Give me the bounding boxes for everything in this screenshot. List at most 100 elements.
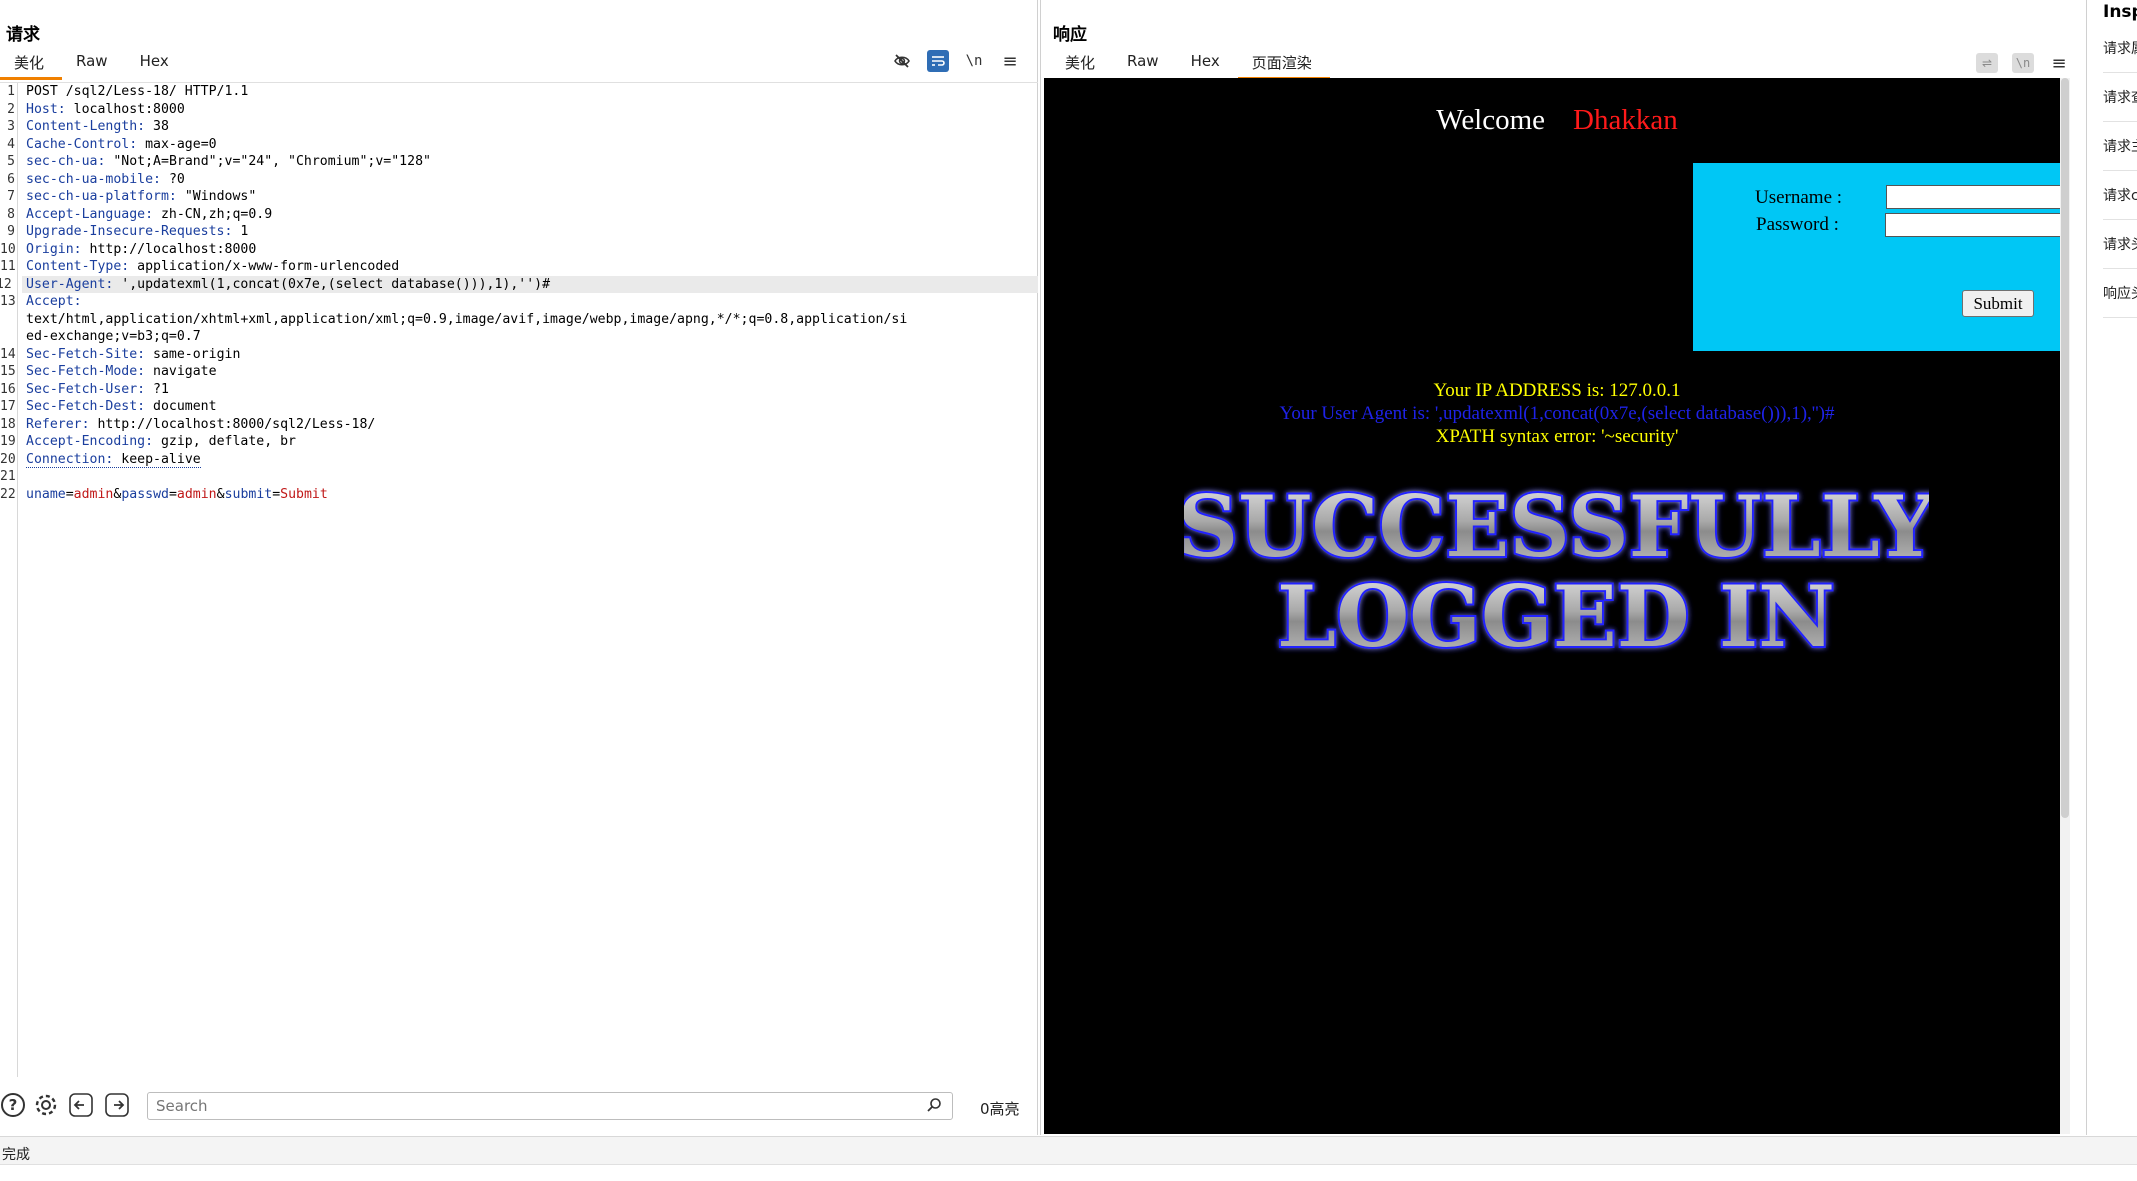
code-line[interactable]: 13 Accept: (0, 293, 1026, 311)
response-tab-2[interactable]: Hex (1177, 50, 1238, 80)
line-number: 6 (7, 171, 15, 187)
login-form: Username : Password : Submit (1693, 163, 2070, 351)
line-number: 19 (0, 434, 16, 449)
code-line[interactable]: 11 Content-Type: application/x-www-form-u… (0, 258, 1026, 276)
header-entry: Sec-Fetch-Dest: document (26, 399, 217, 414)
code-line[interactable]: 21 (0, 468, 1026, 486)
code-line[interactable]: 17 Sec-Fetch-Dest: document (0, 398, 1026, 416)
request-tab-0[interactable]: 美化 (0, 50, 63, 80)
password-field[interactable] (1885, 213, 2070, 237)
line-number: 1 (7, 84, 15, 99)
gear-icon[interactable] (33, 1092, 59, 1118)
code-line[interactable]: 14 Sec-Fetch-Site: same-origin (0, 346, 1026, 364)
banner-line-1: SUCCESSFULLY (1184, 477, 1929, 576)
code-line[interactable]: 1 POST /sql2/Less-18/ HTTP/1.1 (7, 83, 1026, 101)
code-line[interactable]: 6 sec-ch-ua-mobile: ?0 (7, 171, 1026, 189)
header-entry: Cache-Control: max-age=0 (26, 137, 217, 152)
status-bar: 完成 (0, 1136, 2137, 1164)
header-entry: Accept-Language: zh-CN,zh;q=0.9 (26, 207, 272, 222)
line-number: 13 (0, 294, 16, 309)
code-line[interactable]: 3 Content-Length: 38 (7, 118, 1026, 136)
xpath-error-line: XPATH syntax error: '~security' (1435, 426, 1679, 447)
code-line[interactable]: 7 sec-ch-ua-platform: "Windows" (7, 188, 1026, 206)
header-value: same-origin (145, 346, 241, 362)
header-name: sec-ch-ua (26, 154, 98, 169)
line-number: 18 (0, 416, 16, 432)
back-arrow-icon[interactable] (68, 1092, 94, 1118)
code-line[interactable]: 5 sec-ch-ua: "Not;A=Brand";v="24", "Chrom… (7, 153, 1026, 171)
code-line[interactable]: 16 Sec-Fetch-User: ?1 (0, 381, 1026, 399)
header-colon: : (57, 101, 66, 117)
header-name: Content-Length (26, 119, 138, 134)
response-tab-1[interactable]: Raw (1113, 50, 1177, 80)
code-line[interactable]: 10 Origin: http://localhost:8000 (0, 241, 1026, 259)
inspector-item[interactable]: 请求主体参数 (2103, 136, 2137, 171)
code-line[interactable]: 19 Accept-Encoding: gzip, deflate, br (0, 433, 1026, 451)
header-entry: Upgrade-Insecure-Requests: 1 (26, 224, 248, 239)
header-name: Sec-Fetch-Site (26, 346, 138, 362)
code-line[interactable]: 2 Host: localhost:8000 (7, 101, 1026, 119)
header-name: User-Agent (26, 276, 106, 292)
search-box (147, 1092, 953, 1120)
inspector-item[interactable]: 请求查询参数 (2103, 87, 2137, 122)
submit-button[interactable]: Submit (1962, 290, 2034, 317)
header-colon: : (168, 189, 177, 204)
line-text: ed-exchange;v=b3;q=0.7 (26, 329, 201, 344)
request-tab-1[interactable]: Raw (62, 50, 126, 80)
request-editor[interactable]: 1 POST /sql2/Less-18/ HTTP/1.1 2 Host: loca… (0, 82, 1038, 1077)
header-value: http://localhost:8000 (81, 241, 257, 257)
inspector-item[interactable]: 请求属性 (2103, 38, 2137, 73)
code-line[interactable]: 18 Referer: http://localhost:8000/sql2/Le… (0, 416, 1026, 434)
scrollbar-thumb[interactable] (2061, 78, 2069, 818)
inspector-item[interactable]: 响应头 (2103, 283, 2137, 318)
inspector-item[interactable]: 请求头 (2103, 234, 2137, 269)
help-icon[interactable]: ? (0, 1092, 26, 1118)
header-name: Connection (26, 451, 106, 467)
wrap-lines-icon[interactable]: ⇌ (1976, 53, 1998, 73)
search-input[interactable] (148, 1093, 908, 1119)
code-line[interactable]: 15 Sec-Fetch-Mode: navigate (0, 363, 1026, 381)
response-tab-3[interactable]: 页面渲染 (1237, 50, 1330, 80)
code-line[interactable]: 9 Upgrade-Insecure-Requests: 1 (7, 223, 1026, 241)
newline-icon[interactable]: \n (2012, 53, 2034, 73)
menu-icon[interactable]: ≡ (999, 50, 1021, 72)
header-colon: : (73, 294, 82, 309)
code-line[interactable]: 8 Accept-Language: zh-CN,zh;q=0.9 (7, 206, 1026, 224)
code-line[interactable]: text/html,application/xhtml+xml,applicat… (26, 311, 1026, 329)
header-entry: Host: localhost:8000 (26, 102, 185, 117)
forward-arrow-icon[interactable] (104, 1092, 130, 1118)
header-entry: Sec-Fetch-User: ?1 (26, 382, 169, 397)
request-tab-2[interactable]: Hex (126, 50, 187, 80)
eye-slash-icon[interactable] (891, 50, 913, 72)
header-name: Cache-Control (26, 136, 130, 152)
line-number: 21 (0, 469, 16, 484)
welcome-name: Dhakkan (1573, 104, 1678, 136)
code-line[interactable]: 12 User-Agent: ',updatexml(1,concat(0x7e,… (0, 275, 1038, 293)
code-line[interactable]: 20 Connection: keep-alive (0, 451, 1026, 469)
header-value: 38 (145, 119, 169, 134)
ip-address-line: Your IP ADDRESS is: 127.0.0.1 (1433, 380, 1681, 401)
menu-icon[interactable]: ≡ (2048, 52, 2070, 74)
header-colon: : (137, 119, 146, 134)
response-tab-0[interactable]: 美化 (1051, 50, 1113, 80)
response-toolbar: ⇌ \n ≡ (1976, 52, 2070, 74)
request-code[interactable]: 1 POST /sql2/Less-18/ HTTP/1.1 2 Host: loca… (0, 83, 1038, 504)
inspector-item[interactable]: 请求cookies (2103, 185, 2137, 220)
header-value: 1 (232, 224, 249, 239)
param-equals: = (168, 486, 177, 502)
line-number: 20 (0, 451, 16, 467)
header-name: Sec-Fetch-Mode (26, 364, 138, 379)
vertical-scrollbar[interactable] (2060, 78, 2070, 1134)
code-line[interactable]: ed-exchange;v=b3;q=0.7 (26, 328, 1026, 346)
header-entry: sec-ch-ua-platform: "Windows" (26, 189, 256, 204)
wrap-lines-icon[interactable] (927, 50, 949, 72)
header-value: http://localhost:8000/sql2/Less-18/ (89, 416, 376, 432)
header-value: application/x-www-form-urlencoded (129, 259, 400, 274)
code-line[interactable]: 4 Cache-Control: max-age=0 (7, 136, 1026, 154)
username-field[interactable] (1886, 185, 2070, 209)
search-icon[interactable] (926, 1097, 942, 1117)
line-text: POST /sql2/Less-18/ HTTP/1.1 (26, 84, 249, 99)
header-entry: Sec-Fetch-Site: same-origin (26, 347, 240, 362)
newline-icon[interactable]: \n (963, 50, 985, 72)
code-line[interactable]: 22 uname=admin&passwd=admin&submit=Submit (0, 486, 1026, 504)
